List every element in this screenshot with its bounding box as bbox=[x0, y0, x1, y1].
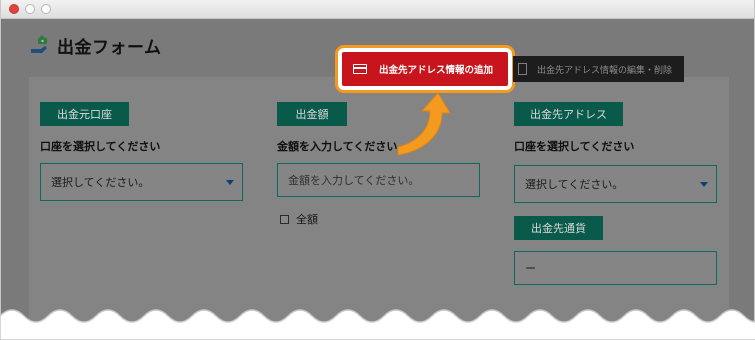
destination-selected-value: 選択してください。 bbox=[525, 178, 624, 191]
chevron-down-icon bbox=[226, 180, 234, 185]
source-account-field-label: 口座を選択してください bbox=[40, 140, 161, 153]
full-amount-label: 全額 bbox=[296, 213, 318, 226]
source-account-select[interactable]: 選択してください。 bbox=[40, 163, 243, 201]
edit-address-button-label: 出金先アドレス情報の編集・削除 bbox=[537, 65, 673, 76]
credit-card-icon bbox=[353, 64, 367, 74]
chevron-down-icon bbox=[700, 182, 708, 187]
source-account-selected-value: 選択してください。 bbox=[51, 176, 150, 189]
destination-currency-value: ー bbox=[525, 262, 536, 275]
document-icon bbox=[518, 63, 527, 75]
money-transfer-icon bbox=[31, 34, 47, 53]
destination-field-label: 口座を選択してください bbox=[514, 140, 635, 153]
add-address-highlight: 出金先アドレス情報の追加 bbox=[335, 45, 515, 93]
close-window-button[interactable] bbox=[9, 4, 19, 14]
amount-field-label: 金額を入力してください bbox=[277, 140, 398, 153]
destination-currency-field: ー bbox=[514, 251, 717, 285]
pointer-arrow-icon bbox=[397, 92, 451, 156]
browser-window: 出金フォーム 出金元口座 口座を選択してください 選択してください。 出金額 金… bbox=[0, 0, 755, 340]
source-account-section-label: 出金元口座 bbox=[40, 102, 129, 126]
destination-address-select[interactable]: 選択してください。 bbox=[514, 165, 717, 203]
edit-address-button[interactable]: 出金先アドレス情報の編集・削除 bbox=[513, 56, 684, 82]
add-address-button-label: 出金先アドレス情報の追加 bbox=[379, 65, 494, 76]
page-header: 出金フォーム bbox=[29, 33, 162, 58]
full-amount-checkbox[interactable] bbox=[280, 214, 289, 224]
destination-currency-section-label: 出金先通貨 bbox=[514, 216, 603, 240]
minimize-window-button[interactable] bbox=[25, 4, 35, 14]
amount-section-label: 出金額 bbox=[277, 102, 347, 126]
full-amount-checkbox-row[interactable]: 全額 bbox=[280, 211, 318, 227]
amount-input[interactable]: 金額を入力してください。 bbox=[277, 163, 480, 197]
maximize-window-button[interactable] bbox=[41, 4, 51, 14]
dimmed-app-content: 出金フォーム 出金元口座 口座を選択してください 選択してください。 出金額 金… bbox=[1, 19, 754, 340]
page-title: 出金フォーム bbox=[57, 38, 162, 58]
destination-address-section-label: 出金先アドレス bbox=[514, 102, 623, 126]
torn-edge-divider bbox=[0, 309, 755, 340]
window-titlebar bbox=[1, 0, 754, 19]
amount-input-placeholder: 金額を入力してください。 bbox=[288, 174, 420, 187]
add-address-button[interactable]: 出金先アドレス情報の追加 bbox=[342, 52, 508, 86]
